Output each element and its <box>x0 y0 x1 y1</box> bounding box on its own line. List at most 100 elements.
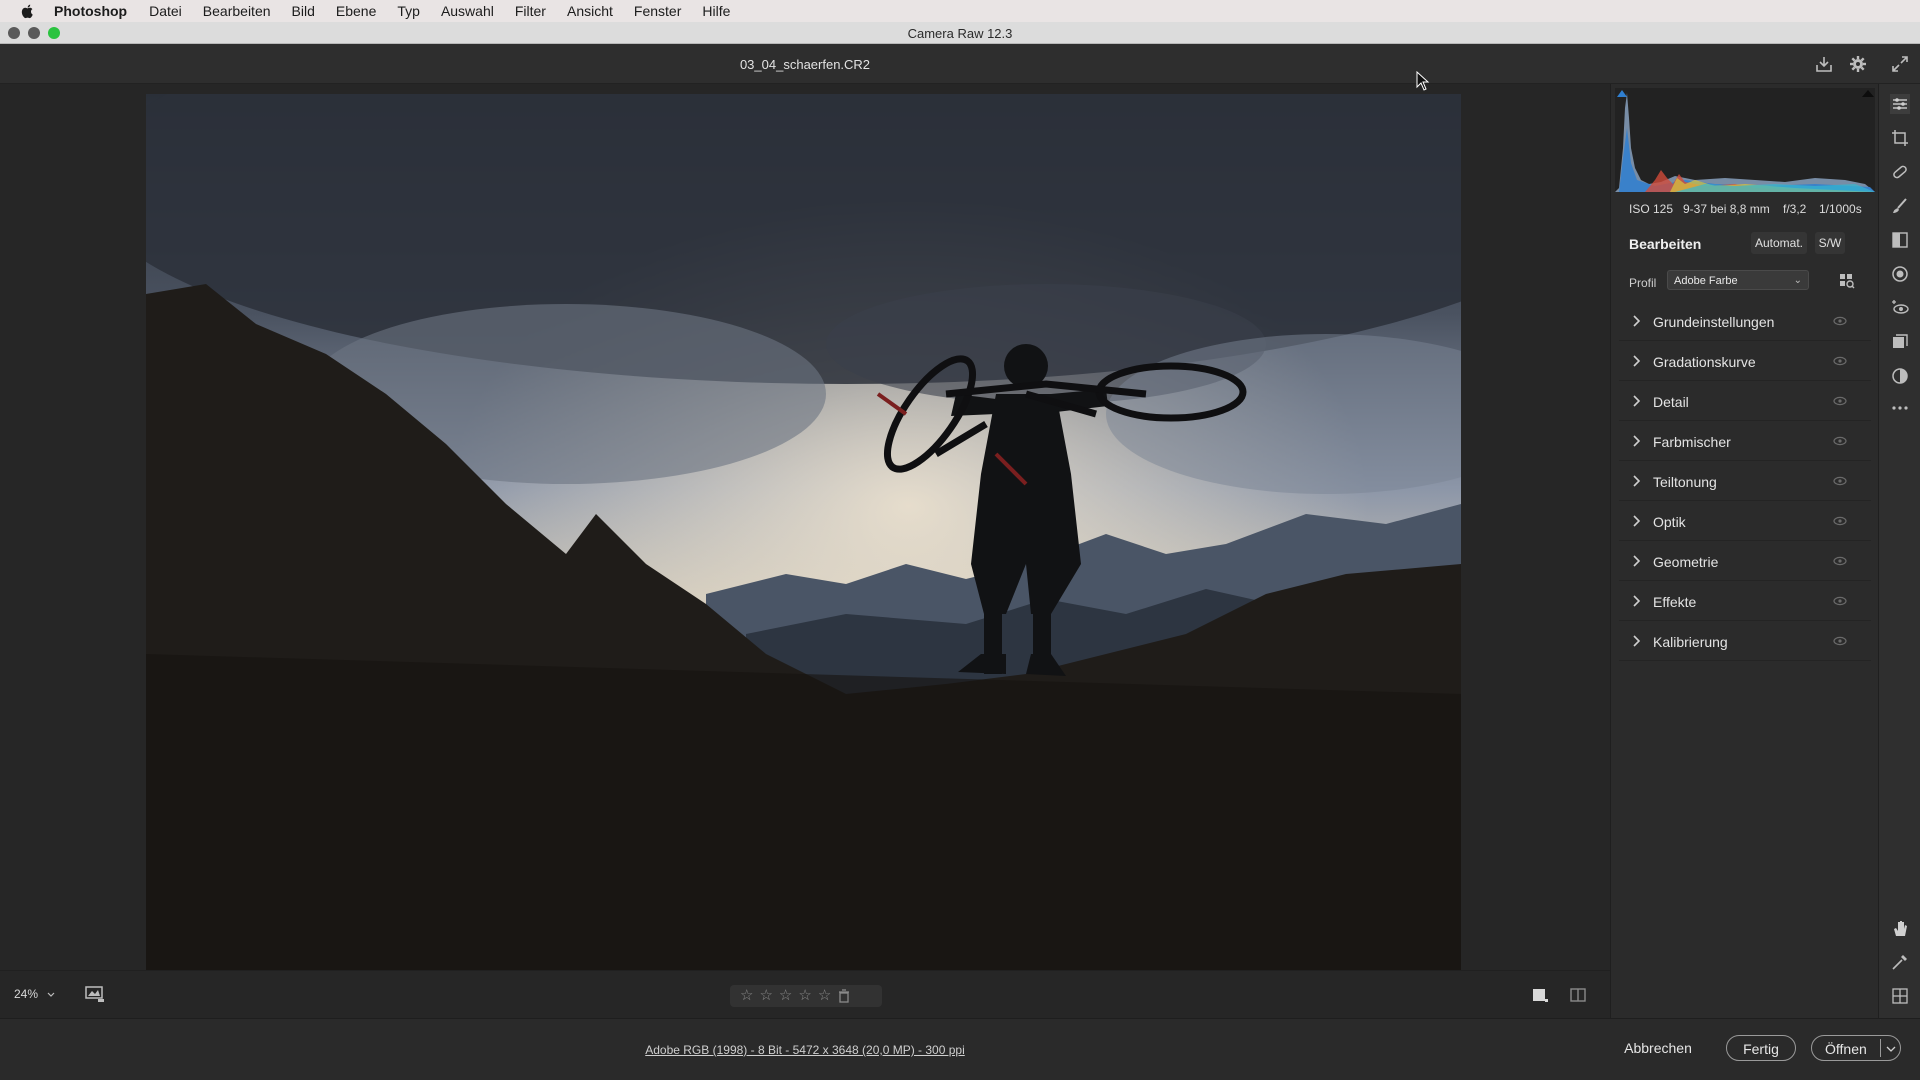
section-label: Detail <box>1653 394 1689 410</box>
tool-strip <box>1878 84 1920 1018</box>
exif-shutter: 1/1000s <box>1819 202 1862 216</box>
profile-browser-icon[interactable] <box>1839 273 1855 289</box>
chevron-right-icon <box>1633 555 1641 567</box>
eye-icon[interactable] <box>1833 395 1847 407</box>
chevron-right-icon <box>1633 595 1641 607</box>
canvas-bottom-bar: 24% ☆ ☆ ☆ ☆ ☆ <box>0 970 1610 1018</box>
highlight-clipping-icon[interactable] <box>1861 88 1875 98</box>
rating-stars[interactable]: ☆ ☆ ☆ ☆ ☆ <box>730 985 882 1007</box>
brush-icon[interactable] <box>1890 196 1910 216</box>
section-farbmischer[interactable]: Farbmischer <box>1619 423 1871 461</box>
chevron-right-icon <box>1633 475 1641 487</box>
star-icon[interactable]: ☆ <box>798 985 811 1007</box>
section-optik[interactable]: Optik <box>1619 503 1871 541</box>
section-label: Optik <box>1653 514 1686 530</box>
done-button[interactable]: Fertig <box>1726 1035 1796 1061</box>
workflow-options-link[interactable]: Adobe RGB (1998) - 8 Bit - 5472 x 3648 (… <box>0 1043 1610 1057</box>
apple-icon[interactable] <box>20 3 36 19</box>
histogram[interactable] <box>1615 88 1875 192</box>
eye-icon[interactable] <box>1833 435 1847 447</box>
menu-bild[interactable]: Bild <box>292 3 315 19</box>
menu-auswahl[interactable]: Auswahl <box>441 3 494 19</box>
menu-ebene[interactable]: Ebene <box>336 3 376 19</box>
chevron-right-icon <box>1633 635 1641 647</box>
zoom-level[interactable]: 24% <box>14 987 38 1001</box>
filmstrip-icon[interactable] <box>84 984 106 1004</box>
photo-image <box>146 94 1461 970</box>
menu-fenster[interactable]: Fenster <box>634 3 681 19</box>
single-view-icon[interactable] <box>1531 986 1549 1004</box>
chevron-right-icon <box>1633 515 1641 527</box>
profile-select[interactable]: Adobe Farbe ⌄ <box>1667 270 1809 290</box>
section-grundeinstellungen[interactable]: Grundeinstellungen <box>1619 303 1871 341</box>
graduated-filter-icon[interactable] <box>1890 230 1910 250</box>
eye-icon[interactable] <box>1833 555 1847 567</box>
eye-icon[interactable] <box>1833 635 1847 647</box>
image-canvas[interactable] <box>0 84 1610 970</box>
radial-filter-icon[interactable] <box>1890 264 1910 284</box>
section-detail[interactable]: Detail <box>1619 383 1871 421</box>
eye-icon[interactable] <box>1833 355 1847 367</box>
grid-icon[interactable] <box>1890 986 1910 1006</box>
trash-icon[interactable] <box>837 989 851 1003</box>
save-icon[interactable] <box>1814 54 1834 74</box>
menu-filter[interactable]: Filter <box>515 3 546 19</box>
hand-icon[interactable] <box>1890 918 1910 938</box>
chevron-down-icon[interactable] <box>1886 1045 1896 1053</box>
fullscreen-icon[interactable] <box>1890 54 1910 74</box>
section-geometrie[interactable]: Geometrie <box>1619 543 1871 581</box>
open-button-divider <box>1880 1039 1881 1057</box>
menu-hilfe[interactable]: Hilfe <box>702 3 730 19</box>
eye-icon[interactable] <box>1833 315 1847 327</box>
menu-app-photoshop[interactable]: Photoshop <box>54 3 127 19</box>
menu-ansicht[interactable]: Ansicht <box>567 3 613 19</box>
window-title: Camera Raw 12.3 <box>907 26 1013 41</box>
section-effekte[interactable]: Effekte <box>1619 583 1871 621</box>
black-white-button[interactable]: S/W <box>1815 232 1845 254</box>
section-label: Kalibrierung <box>1653 634 1728 650</box>
photo-preview[interactable] <box>146 94 1461 970</box>
more-icon[interactable] <box>1890 398 1910 418</box>
exif-aperture: f/3,2 <box>1783 202 1807 216</box>
star-icon[interactable]: ☆ <box>779 985 792 1007</box>
eye-icon[interactable] <box>1833 595 1847 607</box>
chevron-right-icon <box>1633 435 1641 447</box>
eye-icon[interactable] <box>1833 515 1847 527</box>
section-kalibrierung[interactable]: Kalibrierung <box>1619 623 1871 661</box>
presets-icon[interactable] <box>1890 366 1910 386</box>
auto-button[interactable]: Automat. <box>1751 232 1807 254</box>
red-eye-icon[interactable] <box>1890 298 1910 318</box>
profile-select-value: Adobe Farbe <box>1674 275 1738 287</box>
edit-sliders-icon[interactable] <box>1890 94 1910 114</box>
cancel-button[interactable]: Abbrechen <box>1618 1035 1698 1061</box>
crop-icon[interactable] <box>1890 128 1910 148</box>
star-icon[interactable]: ☆ <box>740 985 753 1007</box>
shadow-clipping-icon[interactable] <box>1616 88 1628 98</box>
chevron-down-icon: ⌄ <box>1793 275 1802 286</box>
section-gradationskurve[interactable]: Gradationskurve <box>1619 343 1871 381</box>
snapshots-icon[interactable] <box>1890 332 1910 352</box>
eye-icon[interactable] <box>1833 475 1847 487</box>
menu-bearbeiten[interactable]: Bearbeiten <box>203 3 271 19</box>
star-icon[interactable]: ☆ <box>818 985 831 1007</box>
section-label: Geometrie <box>1653 554 1719 570</box>
chevron-right-icon <box>1633 355 1641 367</box>
exif-iso: ISO 125 <box>1629 202 1674 216</box>
settings-gear-icon[interactable] <box>1848 54 1868 74</box>
healing-icon[interactable] <box>1890 162 1910 182</box>
section-teiltonung[interactable]: Teiltonung <box>1619 463 1871 501</box>
menu-datei[interactable]: Datei <box>149 3 182 19</box>
profile-label: Profil <box>1629 276 1657 290</box>
color-sampler-icon[interactable] <box>1890 952 1910 972</box>
panel-heading: Bearbeiten <box>1629 236 1702 252</box>
edit-panel: ISO 125 9-37 bei 8,8 mm f/3,2 1/1000s Be… <box>1610 84 1878 1018</box>
open-button[interactable]: Öffnen <box>1811 1035 1901 1061</box>
before-after-view-icon[interactable] <box>1569 986 1587 1004</box>
open-button-label: Öffnen <box>1825 1041 1867 1057</box>
zoom-chevron-down-icon[interactable] <box>47 991 55 999</box>
menu-bar: Photoshop Datei Bearbeiten Bild Ebene Ty… <box>0 0 1920 22</box>
section-label: Grundeinstellungen <box>1653 314 1775 330</box>
star-icon[interactable]: ☆ <box>759 985 772 1007</box>
menu-typ[interactable]: Typ <box>397 3 420 19</box>
mouse-cursor-icon <box>1416 71 1430 91</box>
